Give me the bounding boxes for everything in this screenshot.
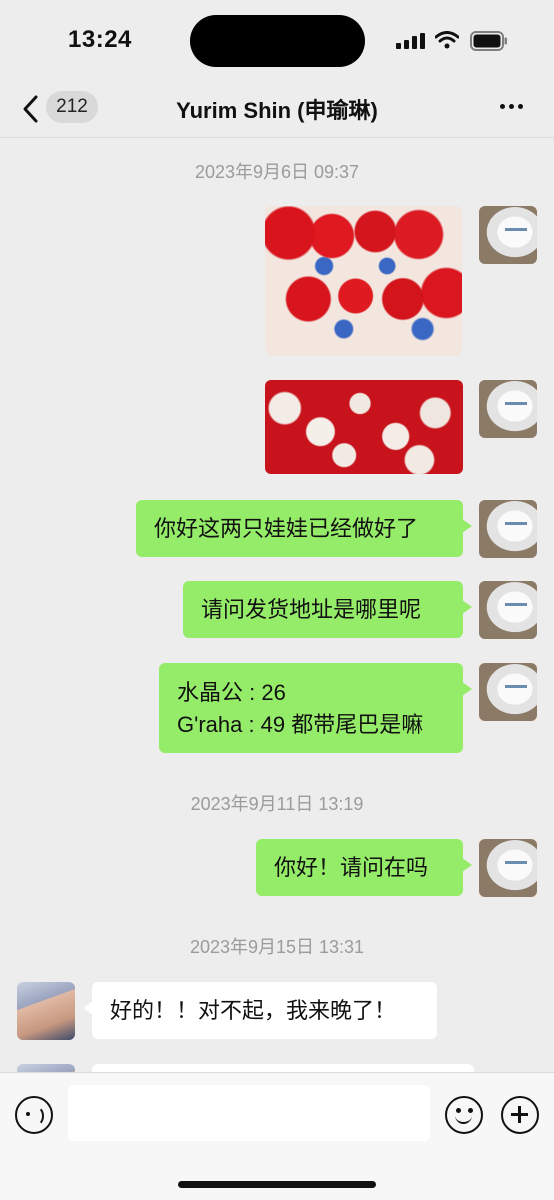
outgoing-message[interactable]: 你好！请问在吗 bbox=[256, 839, 472, 896]
photo-message[interactable] bbox=[265, 380, 463, 474]
message-input[interactable] bbox=[68, 1085, 430, 1141]
input-bar bbox=[0, 1072, 554, 1200]
my-avatar[interactable] bbox=[479, 839, 537, 897]
dynamic-island bbox=[190, 15, 365, 67]
timestamp: 2023年9月15日 13:31 bbox=[189, 937, 365, 957]
unread-count-badge[interactable]: 212 bbox=[46, 91, 98, 123]
home-indicator bbox=[178, 1181, 376, 1188]
cellular-signal-icon bbox=[396, 33, 425, 49]
outgoing-message[interactable]: 水晶公 : 26 G'raha : 49 都带尾巴是嘛 bbox=[159, 663, 472, 753]
timestamp: 2023年9月11日 13:19 bbox=[190, 794, 364, 814]
my-avatar[interactable] bbox=[479, 206, 537, 264]
message-text: 请问发货地址是哪里呢 bbox=[201, 597, 422, 622]
incoming-message[interactable] bbox=[92, 1064, 474, 1072]
my-avatar[interactable] bbox=[479, 380, 537, 438]
message-text: 好的！！对不起，我来晚了！ bbox=[110, 998, 397, 1023]
message-list[interactable]: 2023年9月6日 09:37 你好这两只娃娃已经做好了 请问发货地址是哪里呢 … bbox=[0, 138, 554, 1072]
outgoing-message[interactable]: 你好这两只娃娃已经做好了 bbox=[136, 500, 472, 557]
photo-message[interactable] bbox=[265, 206, 462, 356]
my-avatar[interactable] bbox=[479, 663, 537, 721]
message-text: 你好！请问在吗 bbox=[274, 855, 429, 880]
my-avatar[interactable] bbox=[479, 500, 537, 558]
message-text: 你好这两只娃娃已经做好了 bbox=[154, 516, 419, 541]
wifi-icon bbox=[435, 31, 459, 49]
my-avatar[interactable] bbox=[479, 581, 537, 639]
outgoing-message[interactable]: 请问发货地址是哪里呢 bbox=[183, 581, 472, 638]
battery-icon bbox=[470, 31, 507, 51]
status-time: 13:24 bbox=[68, 26, 132, 53]
message-text-line: G'raha : 49 都带尾巴是嘛 bbox=[177, 712, 424, 737]
chat-header: 212 Yurim Shin (申瑜琳) bbox=[0, 80, 554, 138]
plus-icon[interactable] bbox=[501, 1096, 539, 1134]
message-text-line: 水晶公 : 26 bbox=[177, 680, 286, 705]
emoji-icon[interactable] bbox=[445, 1096, 483, 1134]
chevron-left-icon[interactable] bbox=[20, 94, 42, 124]
timestamp: 2023年9月6日 09:37 bbox=[194, 162, 360, 182]
voice-icon[interactable] bbox=[15, 1096, 53, 1134]
incoming-message[interactable]: 好的！！对不起，我来晚了！ bbox=[83, 982, 437, 1039]
status-bar: 13:24 bbox=[0, 0, 554, 80]
contact-avatar[interactable] bbox=[17, 1064, 75, 1072]
more-options-icon[interactable] bbox=[500, 104, 530, 114]
contact-avatar[interactable] bbox=[17, 982, 75, 1040]
